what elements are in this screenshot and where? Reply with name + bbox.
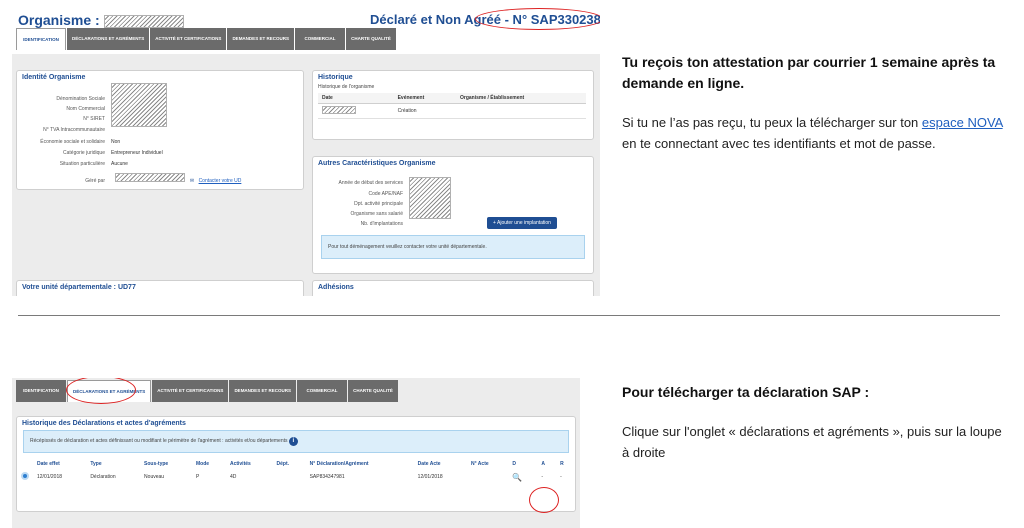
redacted-name — [103, 14, 184, 28]
historique-title: Historique — [318, 74, 353, 81]
col-num-acte: N° Acte — [470, 461, 489, 467]
col-event: Evénement — [393, 93, 457, 104]
col-sous-type: Sous-type — [144, 461, 169, 467]
table-row: Création — [318, 103, 586, 119]
col-dept: Dépt. — [276, 461, 290, 467]
historique-table: Date Evénement Organisme / Établissement… — [318, 93, 586, 119]
tab-activite[interactable]: ACTIVITÉ ET CERTIFICATIONS — [150, 28, 227, 50]
autres-title: Autres Caractéristiques Organisme — [318, 160, 436, 167]
tab-identification[interactable]: IDENTIFICATION — [16, 380, 66, 402]
redacted-manager — [115, 173, 186, 183]
col-mode: Mode — [195, 461, 210, 467]
col-type: Type — [90, 461, 102, 467]
tab-bar: IDENTIFICATION DÉCLARATIONS ET AGRÉMENTS… — [16, 28, 396, 50]
field-label: Situation particulière — [59, 161, 105, 167]
adhesions-panel: Adhésions — [312, 280, 594, 296]
field-label: Nb. d'implantations — [360, 221, 403, 227]
mail-icon: ✉ — [189, 178, 195, 184]
gere-par-label: Géré par — [85, 178, 105, 184]
event-cell: Création — [393, 103, 457, 119]
highlight-circle — [475, 8, 600, 30]
autres-panel: Autres Caractéristiques Organisme Année … — [312, 156, 594, 274]
org-cell — [456, 103, 586, 119]
tab-declarations[interactable]: DÉCLARATIONS ET AGRÉMENTS — [67, 28, 150, 50]
identite-panel: Identité Organisme Dénomination Sociale … — [16, 70, 304, 190]
paragraph-bottom: Clique sur l'onglet « déclarations et ag… — [622, 424, 1002, 460]
tab-commercial[interactable]: COMMERCIAL — [296, 380, 347, 402]
highlight-circle — [529, 487, 559, 513]
tab-activite[interactable]: ACTIVITÉ ET CERTIFICATIONS — [152, 380, 229, 402]
historique-panel: Historique Historique de l'organisme Dat… — [312, 70, 594, 140]
organisme-label: Organisme : — [18, 12, 184, 28]
info-box: Pour tout déménagement veuillez contacte… — [321, 235, 585, 259]
declarations-screenshot: IDENTIFICATION DÉCLARATIONS ET AGRÉMENTS… — [12, 378, 580, 528]
ud-panel: Votre unité départementale : UD77 — [16, 280, 304, 296]
tab-charte[interactable]: CHARTE QUALITÉ — [347, 380, 398, 402]
col-org: Organisme / Établissement — [456, 93, 586, 104]
col-num-declaration: N° Déclaration/Agrément — [309, 461, 369, 467]
tab-demandes[interactable]: DEMANDES ET RECOURS — [229, 380, 296, 402]
redacted-block — [111, 83, 167, 127]
historique-subtitle: Historique de l'organisme — [318, 84, 375, 90]
field-value: Aucune — [111, 161, 128, 167]
tab-commercial[interactable]: COMMERCIAL — [294, 28, 345, 50]
tab-identification[interactable]: IDENTIFICATION — [16, 28, 66, 50]
redacted-block — [409, 177, 451, 219]
table-row: 12/01/2018 Déclaration Nouveau P 4D SAP8… — [17, 469, 575, 485]
col-activites: Activités — [229, 461, 251, 467]
col-a: A — [541, 461, 546, 467]
info-icon[interactable]: i — [288, 437, 298, 446]
col-r: R — [560, 461, 564, 467]
redacted-date — [322, 106, 356, 114]
headline-bottom: Pour télécharger ta déclaration SAP : — [622, 384, 870, 400]
explanation-top: Tu reçois ton attestation par courrier 1… — [622, 52, 1012, 154]
explanation-bottom: Pour télécharger ta déclaration SAP : Cl… — [622, 382, 1012, 463]
row-radio[interactable] — [21, 472, 29, 480]
declarations-table: Date effet Type Sous-type Mode Activités… — [17, 459, 575, 485]
tab-charte[interactable]: CHARTE QUALITÉ — [345, 28, 396, 50]
headline-top: Tu reçois ton attestation par courrier 1… — [622, 54, 996, 91]
nova-link[interactable]: espace NOVA — [922, 115, 1003, 130]
col-date: Date — [318, 93, 394, 104]
contact-ud-link[interactable]: Contacter votre UD — [199, 178, 242, 184]
divider — [18, 315, 1000, 316]
ud-title: Votre unité départementale : UD77 — [22, 284, 136, 291]
declarations-info: Récépissés de déclaration et actes défin… — [23, 430, 569, 453]
add-implantation-button[interactable]: + Ajouter une implantation — [487, 217, 557, 229]
declarations-panel: Historique des Déclarations et actes d'a… — [16, 416, 576, 513]
identification-screenshot: Organisme : Déclaré et Non Agréé - N° SA… — [12, 6, 600, 296]
col-date-acte: Date Acte — [417, 461, 441, 467]
col-d: D — [512, 461, 517, 467]
col-date-effet: Date effet — [37, 461, 60, 467]
adhesions-title: Adhésions — [318, 284, 354, 291]
magnifier-icon[interactable]: 🔍 — [512, 473, 522, 482]
tab-demandes[interactable]: DEMANDES ET RECOURS — [227, 28, 294, 50]
paragraph-top: Si tu ne l’as pas reçu, tu peux la téléc… — [622, 115, 1003, 151]
declarations-title: Historique des Déclarations et actes d'a… — [22, 420, 186, 427]
